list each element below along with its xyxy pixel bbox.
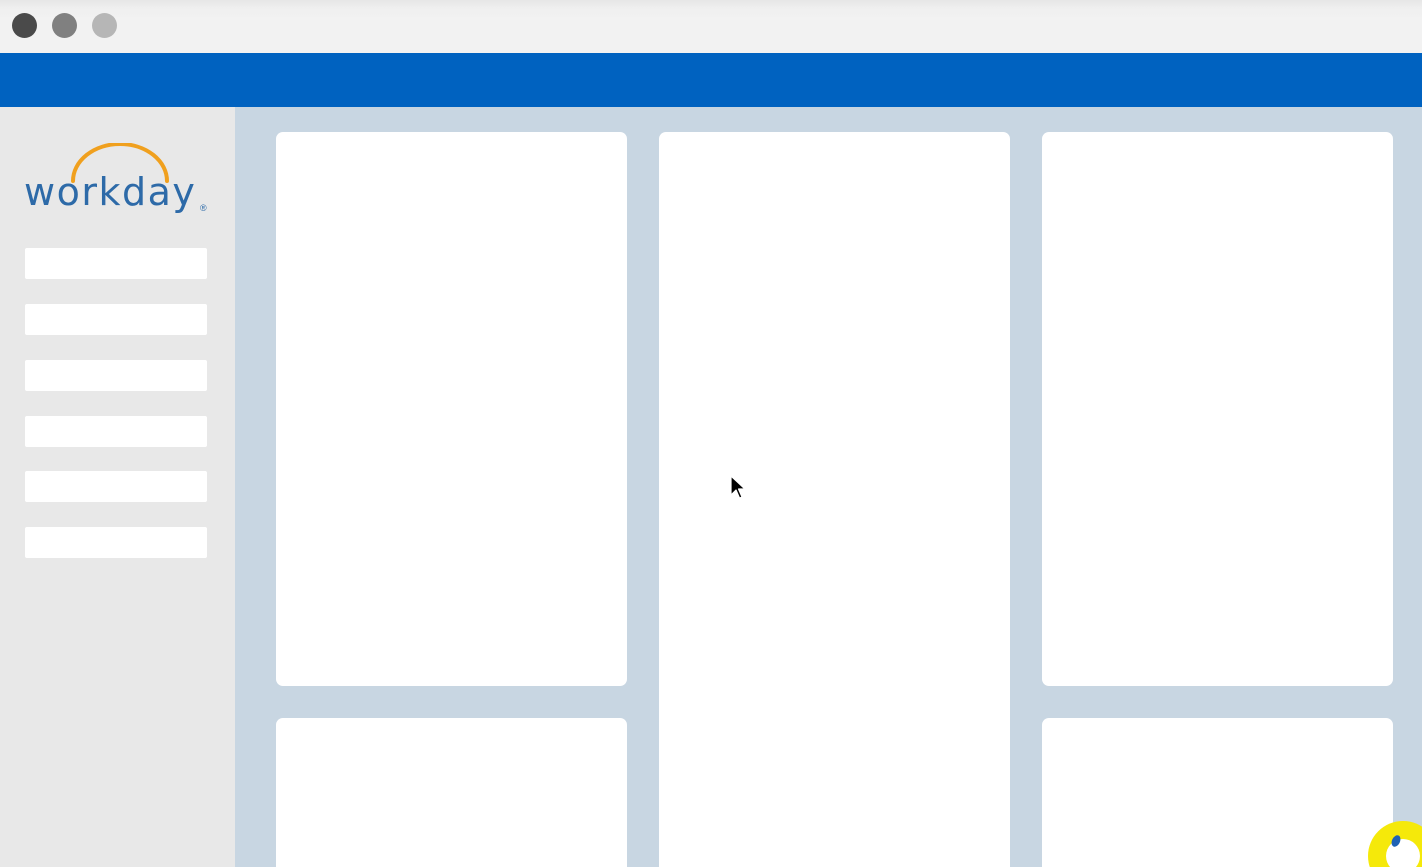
logo-registered-mark: ® [200,203,207,213]
sidebar-item-5[interactable] [25,471,207,502]
sidebar: workday ® [0,107,235,867]
logo-text: workday [24,170,197,214]
dashboard-card-3[interactable] [1042,132,1393,686]
sidebar-item-6[interactable] [25,527,207,558]
window-title-bar [0,0,1422,53]
dashboard-card-4[interactable] [276,718,627,867]
sidebar-item-3[interactable] [25,360,207,391]
top-header-bar [0,53,1422,107]
window-maximize-button[interactable] [92,13,117,38]
app-window: workday ® [0,0,1422,867]
dashboard-card-5[interactable] [1042,718,1393,867]
arrow-cursor-icon [730,475,746,499]
main-content [235,107,1422,867]
window-close-button[interactable] [12,13,37,38]
dashboard-card-2[interactable] [659,132,1010,867]
sidebar-item-4[interactable] [25,416,207,447]
workday-logo[interactable]: workday ® [22,143,212,223]
sidebar-item-1[interactable] [25,248,207,279]
window-minimize-button[interactable] [52,13,77,38]
dashboard-card-1[interactable] [276,132,627,686]
sidebar-item-2[interactable] [25,304,207,335]
